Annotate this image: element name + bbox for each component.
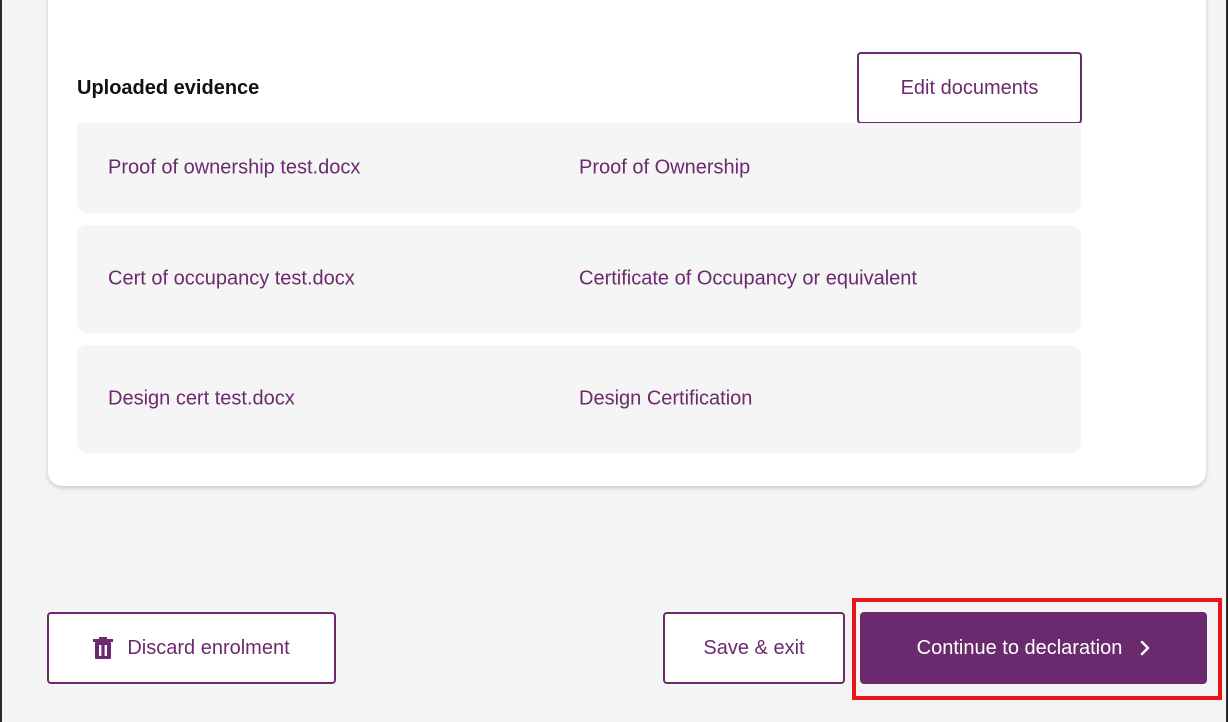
save-and-exit-button[interactable]: Save & exit: [663, 612, 845, 684]
edit-documents-button[interactable]: Edit documents: [857, 52, 1082, 124]
discard-enrolment-button[interactable]: Discard enrolment: [47, 612, 336, 684]
section-title: Uploaded evidence: [77, 77, 260, 99]
continue-to-declaration-button[interactable]: Continue to declaration: [860, 612, 1207, 684]
document-row: Proof of ownership test.docx Proof of Ow…: [77, 123, 1081, 213]
document-row: Cert of occupancy test.docx Certificate …: [77, 225, 1081, 333]
chevron-right-icon: [1140, 640, 1150, 656]
document-type: Design Certification: [579, 387, 753, 410]
continue-to-declaration-label: Continue to declaration: [916, 636, 1123, 659]
trash-icon: [93, 637, 114, 659]
discard-enrolment-label: Discard enrolment: [127, 636, 290, 659]
document-type: Certificate of Occupancy or equivalent: [579, 267, 917, 290]
document-file-link[interactable]: Proof of ownership test.docx: [108, 157, 360, 180]
document-file-link[interactable]: Cert of occupancy test.docx: [108, 268, 355, 291]
document-list: Proof of ownership test.docx Proof of Ow…: [77, 123, 1081, 465]
document-file-link[interactable]: Design cert test.docx: [108, 388, 295, 411]
document-row: Design cert test.docx Design Certificati…: [77, 345, 1081, 453]
document-type: Proof of Ownership: [579, 156, 751, 179]
